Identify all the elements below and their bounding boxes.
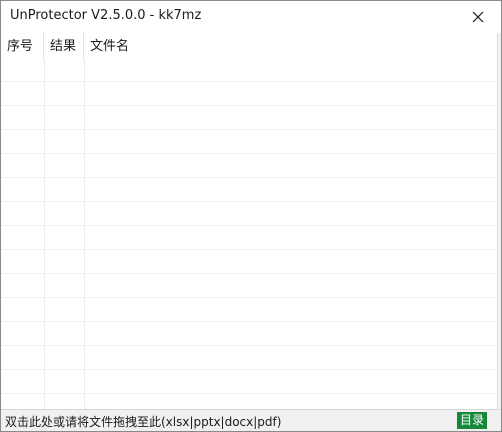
row-gridline bbox=[1, 393, 501, 394]
row-gridline bbox=[1, 81, 501, 82]
close-icon bbox=[472, 11, 484, 22]
file-list[interactable]: 序号 结果 文件名 bbox=[1, 33, 501, 409]
drop-hint-text[interactable]: 双击此处或请将文件拖拽至此(xlsx|pptx|docx|pdf) bbox=[5, 413, 281, 430]
row-gridline bbox=[1, 153, 501, 154]
column-header-filename[interactable]: 文件名 bbox=[84, 33, 498, 60]
row-gridline bbox=[1, 177, 501, 178]
column-header-index[interactable]: 序号 bbox=[1, 33, 44, 60]
row-gridline bbox=[1, 321, 501, 322]
row-gridline bbox=[1, 273, 501, 274]
row-gridline bbox=[1, 225, 501, 226]
status-bar[interactable]: 双击此处或请将文件拖拽至此(xlsx|pptx|docx|pdf) 目录 bbox=[1, 409, 501, 431]
row-gridline bbox=[1, 369, 501, 370]
close-button[interactable] bbox=[455, 1, 501, 32]
row-gridline bbox=[1, 129, 501, 130]
list-header: 序号 结果 文件名 bbox=[1, 33, 501, 60]
row-gridline bbox=[1, 297, 501, 298]
column-divider bbox=[84, 60, 85, 409]
app-window: UnProtector V2.5.0.0 - kk7mz 序号 结果 文件名 双… bbox=[0, 0, 502, 432]
directory-button[interactable]: 目录 bbox=[457, 412, 487, 429]
column-header-result[interactable]: 结果 bbox=[44, 33, 84, 60]
column-divider bbox=[44, 60, 45, 409]
row-gridline bbox=[1, 345, 501, 346]
title-bar[interactable]: UnProtector V2.5.0.0 - kk7mz bbox=[1, 1, 501, 32]
vertical-scrollbar[interactable] bbox=[497, 33, 501, 409]
row-gridline bbox=[1, 201, 501, 202]
row-gridline bbox=[1, 249, 501, 250]
window-title: UnProtector V2.5.0.0 - kk7mz bbox=[10, 8, 202, 23]
row-gridline bbox=[1, 105, 501, 106]
